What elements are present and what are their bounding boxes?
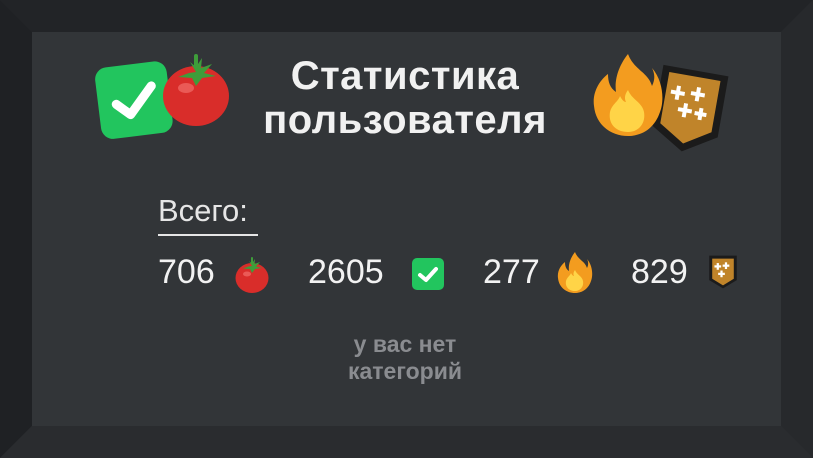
fire-icon bbox=[557, 252, 593, 293]
page-title: Статистика пользователя bbox=[240, 54, 570, 142]
tomato-icon bbox=[235, 257, 269, 293]
tomato-icon bbox=[163, 54, 229, 126]
totals-underline bbox=[158, 234, 258, 236]
badge-icon bbox=[709, 255, 737, 289]
no-categories-message: у вас нет категорий bbox=[305, 331, 505, 385]
stat-tomatoes-value: 706 bbox=[158, 253, 215, 291]
stat-completed-value: 2605 bbox=[308, 253, 384, 291]
no-categories-line-2: категорий bbox=[347, 358, 462, 384]
no-categories-line-1: у вас нет bbox=[353, 331, 457, 357]
page-title-line-1: Статистика bbox=[290, 54, 520, 98]
stat-streak-value: 277 bbox=[483, 253, 540, 291]
stat-badges-value: 829 bbox=[631, 253, 688, 291]
page-title-line-2: пользователя bbox=[263, 98, 547, 142]
fire-icon bbox=[593, 54, 663, 136]
check-icon bbox=[412, 258, 444, 290]
totals-label: Всего: bbox=[158, 193, 248, 228]
